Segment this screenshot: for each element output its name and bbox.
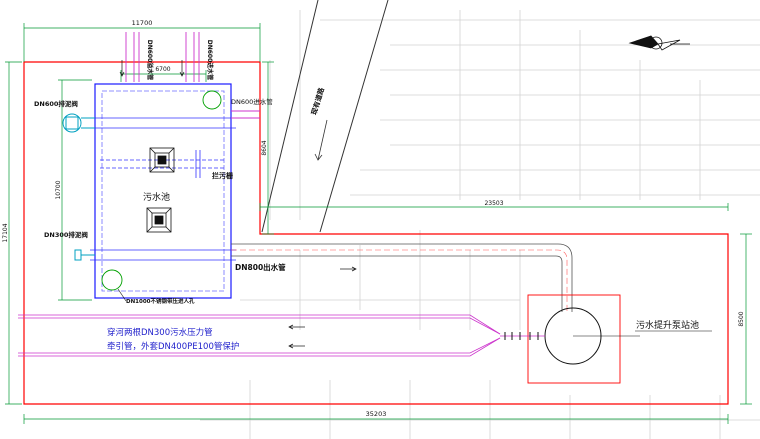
- dim-right: 8500: [738, 311, 745, 326]
- dim-right-tank: 8604: [261, 140, 268, 155]
- dim-mid-left: 10700: [55, 180, 62, 199]
- top-pipe-label-1: DN600溢水管: [146, 40, 154, 81]
- hatch-2: [146, 207, 172, 233]
- tank-inner-wall: [101, 90, 225, 292]
- force-main-pipes: [18, 314, 545, 357]
- force-main-arrow-icons: [288, 324, 305, 349]
- top-pipe-label-2: DN600进水管: [206, 40, 214, 81]
- drain-valve-icon: [74, 249, 95, 261]
- manhole-label: DN1000不锈钢带压进人孔: [126, 297, 195, 305]
- background-grid-lines: [200, 10, 760, 439]
- top-inlet-pipes: [125, 32, 200, 82]
- inlet-well-circle: [202, 90, 222, 110]
- dim-bottom: 35203: [366, 410, 387, 418]
- tank-internal-pipes: [90, 117, 236, 261]
- drain-valve-label: DN300排泥阀: [44, 230, 88, 239]
- dim-road: 23503: [484, 200, 503, 207]
- note-line-2: 牵引管，外套DN400PE100管保护: [107, 341, 239, 352]
- road-label: 现有道路: [309, 86, 326, 116]
- site-plan-drawing: 现有道路 11700 6700 17104 10700 8604 23503 3…: [2, 0, 760, 439]
- sludge-valve-label: DN600排泥阀: [34, 99, 78, 108]
- compass-north-arrow-icon: [628, 35, 690, 51]
- inlet-pipe-label: DN600进水管: [231, 97, 273, 106]
- existing-road: [261, 0, 389, 233]
- trash-screen: [195, 150, 201, 178]
- tank-outer-wall: [94, 83, 232, 299]
- screen-label: 拦污栅: [212, 171, 233, 180]
- dim-inner: 6700: [155, 66, 170, 73]
- tank-name: 污水池: [143, 191, 170, 203]
- manhole-circle: [101, 269, 123, 291]
- outlet-arrow-icon: [340, 266, 357, 272]
- dim-top: 11700: [132, 19, 153, 27]
- outlet-pipe: [231, 243, 573, 312]
- pump-station-label: 污水提升泵站池: [636, 319, 699, 331]
- outlet-label: DN800出水管: [235, 262, 286, 272]
- inlet-pipe-right: [231, 110, 260, 119]
- note-line-1: 穿河两根DN300污水压力管: [107, 327, 213, 338]
- road-arrow-icon: [314, 119, 328, 161]
- sludge-valve-icon: [62, 113, 95, 133]
- dim-left: 17104: [2, 223, 9, 242]
- drawing-stage: 现有道路 11700 6700 17104 10700 8604 23503 3…: [0, 0, 760, 439]
